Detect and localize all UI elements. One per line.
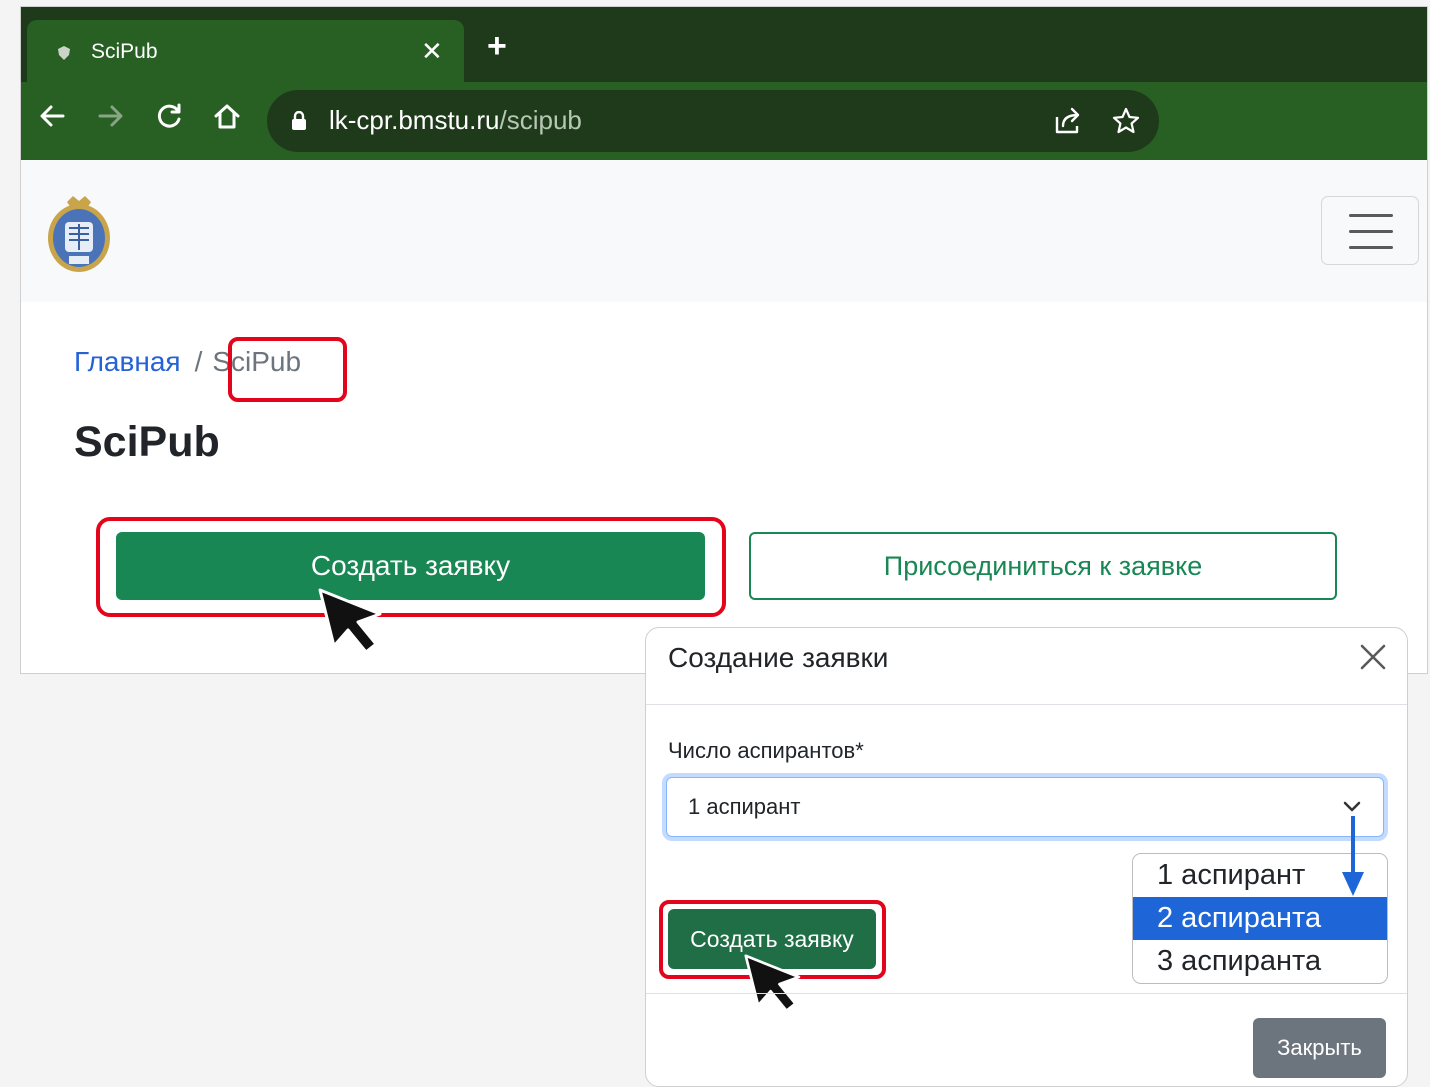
- dropdown-option-3[interactable]: 3 аспиранта: [1133, 940, 1387, 983]
- address-bar[interactable]: lk-cpr.bmstu.ru/scipub: [267, 90, 1159, 152]
- join-request-button[interactable]: Присоединиться к заявке: [749, 532, 1337, 600]
- url-text: lk-cpr.bmstu.ru/scipub: [329, 105, 582, 136]
- forward-arrow-icon[interactable]: [96, 101, 126, 131]
- modal-header-divider: [646, 704, 1407, 705]
- shield-favicon-icon: [58, 46, 70, 60]
- reload-icon[interactable]: [154, 101, 184, 131]
- hamburger-line: [1349, 230, 1393, 233]
- mouse-cursor-icon: [318, 588, 382, 654]
- breadcrumb-separator: /: [194, 346, 203, 377]
- graduate-count-select[interactable]: 1 аспирант: [666, 777, 1384, 837]
- create-request-modal: Создание заявки Число аспирантов* 1 аспи…: [645, 627, 1408, 1087]
- hamburger-line: [1349, 246, 1393, 249]
- url-host: lk-cpr.bmstu.ru: [329, 105, 500, 135]
- new-tab-button[interactable]: +: [487, 29, 507, 63]
- dropdown-option-2-highlighted[interactable]: 2 аспиранта: [1133, 897, 1387, 940]
- create-request-button[interactable]: Создать заявку: [116, 532, 705, 600]
- browser-toolbar: lk-cpr.bmstu.ru/scipub: [21, 82, 1427, 160]
- graduate-count-label: Число аспирантов*: [668, 738, 864, 763]
- site-navbar: [21, 160, 1427, 302]
- highlight-breadcrumb-current: [228, 337, 347, 402]
- modal-close-button[interactable]: Закрыть: [1253, 1018, 1386, 1078]
- modal-title: Создание заявки: [668, 642, 889, 673]
- graduate-count-selected-value: 1 аспирант: [688, 794, 801, 819]
- tab-strip: SciPub ✕ +: [21, 7, 1427, 82]
- modal-close-icon[interactable]: [1358, 642, 1388, 672]
- share-icon[interactable]: [1053, 107, 1083, 135]
- down-arrow-annotation-icon: [1342, 816, 1364, 896]
- tab-title: SciPub: [91, 40, 158, 63]
- mouse-cursor-icon: [744, 954, 801, 1013]
- lock-icon: [292, 111, 306, 130]
- breadcrumb-home-link[interactable]: Главная: [74, 346, 181, 377]
- back-arrow-icon[interactable]: [37, 101, 67, 131]
- page-title: SciPub: [74, 418, 220, 466]
- hamburger-menu-button[interactable]: [1321, 196, 1419, 265]
- hamburger-line: [1349, 214, 1393, 217]
- home-icon[interactable]: [212, 101, 242, 131]
- tab-close-icon[interactable]: ✕: [421, 36, 443, 67]
- university-emblem-logo[interactable]: [45, 194, 113, 274]
- modal-footer-divider: [646, 993, 1407, 994]
- star-icon[interactable]: [1112, 107, 1140, 135]
- tab-scipub[interactable]: SciPub ✕: [27, 20, 464, 82]
- chevron-down-icon: [1343, 801, 1361, 812]
- url-path: /scipub: [499, 105, 582, 135]
